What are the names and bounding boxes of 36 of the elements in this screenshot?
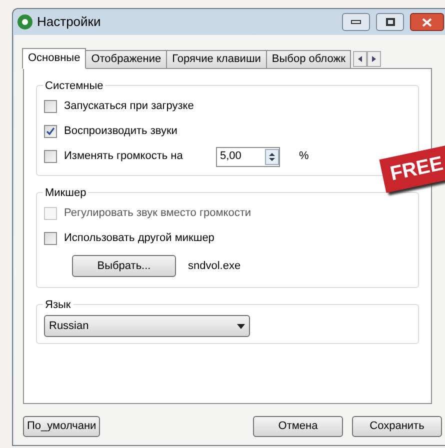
dialog-button[interactable]: Отмена (253, 416, 343, 437)
maximize-icon (386, 18, 394, 26)
checkbox[interactable] (44, 100, 57, 113)
maximize-button[interactable] (376, 13, 404, 31)
checkbox-label: Воспроизводить звуки (64, 124, 178, 140)
tab[interactable]: Отображение (85, 50, 168, 69)
window-title: Настройки (37, 13, 101, 32)
checkbox-label: Регулировать звук вместо громкости (64, 206, 252, 222)
minimize-icon (351, 20, 361, 24)
tab-scroll-left-button[interactable] (353, 51, 368, 67)
close-icon (422, 18, 432, 26)
close-button[interactable] (410, 13, 444, 31)
choose-button[interactable]: Выбрать... (72, 255, 176, 277)
unit-label: % (299, 149, 309, 164)
tab[interactable]: Выбор обложк (266, 50, 352, 69)
left-triangle-icon (358, 56, 362, 62)
tab[interactable]: Горячие клавиши (166, 50, 267, 69)
spin-field[interactable]: 5,00 (216, 146, 280, 166)
group-title: Микшер (43, 185, 88, 202)
right-triangle-icon (372, 56, 376, 62)
tab-scroll-right-button[interactable] (367, 51, 382, 67)
spin-arrows-icon[interactable] (265, 148, 279, 164)
checkbox-label: Изменять громкость на (64, 149, 184, 164)
minimize-button[interactable] (342, 13, 370, 31)
caret-icon (237, 324, 245, 328)
checkbox-label: Использовать другой микшер (64, 231, 214, 246)
defaults-button[interactable]: По_умолчани (23, 416, 100, 437)
checkbox-label: Запускаться при загрузке (64, 99, 194, 114)
dialog-button[interactable]: Сохранить (352, 416, 442, 437)
tab[interactable]: Основные (22, 48, 86, 69)
checkbox[interactable] (44, 232, 57, 245)
language-dropdown[interactable]: Russian (44, 315, 250, 337)
checkbox[interactable] (44, 150, 57, 163)
checkbox[interactable] (44, 125, 57, 138)
checkmark-icon (46, 127, 55, 136)
file-name: sndvol.exe (188, 258, 241, 274)
